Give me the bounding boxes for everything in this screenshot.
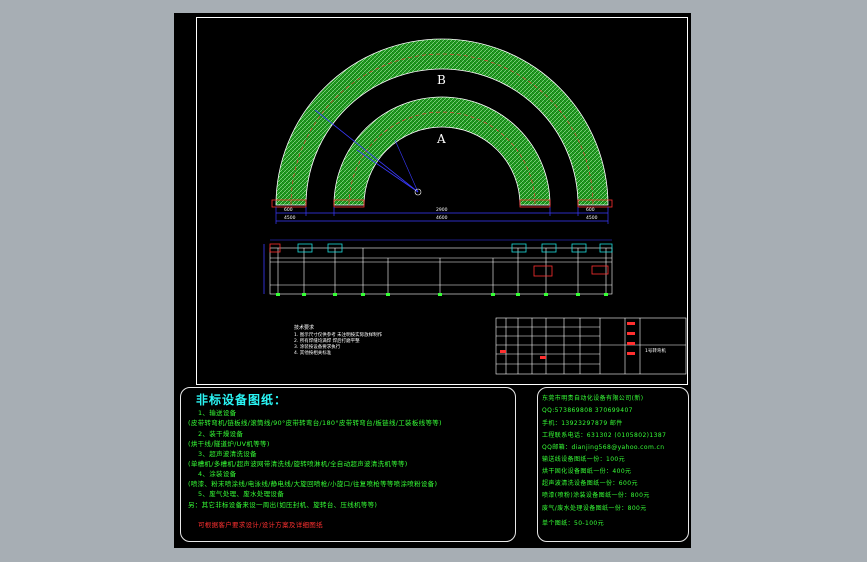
contact-line-4: 工程联系电话：631302 (0105802)1387 <box>542 432 667 439</box>
contact-line-11: 单个图纸：50-100元 <box>542 520 605 527</box>
tech-note-4: 4. 其他按相关标准 <box>294 351 332 356</box>
contact-line-9: 喷漆(喷粉)涂装设备图纸一份：800元 <box>542 492 650 499</box>
dim-upper-right: 600 <box>586 208 595 213</box>
service-line-7: 4、涂装设备 <box>198 470 237 478</box>
title-block <box>495 317 687 375</box>
service-line-3: 2、装干燥设备 <box>198 430 244 438</box>
contact-line-3: 手机：13923297879 邮件 <box>542 420 623 427</box>
contact-line-7: 烘干固化设备图纸一份：400元 <box>542 468 632 475</box>
contact-line-5: QQ邮箱：dianjing568@yahoo.com.cn <box>542 444 665 451</box>
services-footer: 可根据客户要求设计/设计方案及详细图纸 <box>198 521 323 529</box>
dim-lower-right: 4500 <box>586 216 598 221</box>
title-block-marks <box>500 322 635 359</box>
contact-line-10: 废气/废水处理设备图纸一份：800元 <box>542 505 647 512</box>
outer-belt-label: B <box>437 73 446 87</box>
dim-lower-left: 4500 <box>284 216 296 221</box>
inner-belt-label: A <box>437 132 446 146</box>
service-line-5: 3、超声波清洗设备 <box>198 450 257 458</box>
front-elevation <box>269 239 613 295</box>
service-line-2: (皮带转弯机/链板线/滚筒线/90°皮带转弯台/180°皮带转弯台/板链线/工装… <box>188 419 442 427</box>
contact-line-2: QQ:573869808 370699407 <box>542 407 633 414</box>
end-brackets <box>271 199 613 208</box>
tech-note-1: 1. 图示尺寸仅供参考 未注明按实际放样制作 <box>294 333 383 338</box>
tech-title: 技术要求 <box>294 325 315 331</box>
service-line-6: (单槽机/多槽机/超声波网带清洗线/旋转喷淋机/全自动超声波清洗机等等) <box>188 460 408 468</box>
dim-lower-center: 4600 <box>436 216 448 221</box>
tech-note-2: 2. 所有焊缝均满焊 焊后打磨平整 <box>294 339 360 344</box>
dim-upper-left: 600 <box>284 208 293 213</box>
contact-line-1: 东莞市明贵自动化设备有限公司(新) <box>542 395 644 402</box>
dim-upper-center: 2900 <box>436 208 448 213</box>
service-line-1: 1、输送设备 <box>198 409 237 417</box>
contact-line-8: 超声波清洗设备图纸一份：600元 <box>542 480 638 487</box>
services-title: 非标设备图纸： <box>196 393 288 407</box>
title-block-name: 1号转弯机 <box>645 349 666 354</box>
contact-line-6: 输送线设备图纸一份：100元 <box>542 456 626 463</box>
elevation-details <box>263 243 613 294</box>
service-line-9: 5、废气处理、废水处理设备 <box>198 490 285 498</box>
service-line-10: 另：其它非标设备来设一周出(如压封机、旋转台、压线机等等) <box>188 501 378 509</box>
service-line-4: (烘干线/隧道炉/UV机等等) <box>188 440 270 448</box>
feet <box>276 293 608 296</box>
tech-note-3: 3. 涂装按设备要求执行 <box>294 345 341 350</box>
service-line-8: (喷漆、粉末喷涂线/电泳线/静电线/大旋回喷枪/小旋口/往复喷枪等等喷涂喷粉设备… <box>188 480 438 488</box>
